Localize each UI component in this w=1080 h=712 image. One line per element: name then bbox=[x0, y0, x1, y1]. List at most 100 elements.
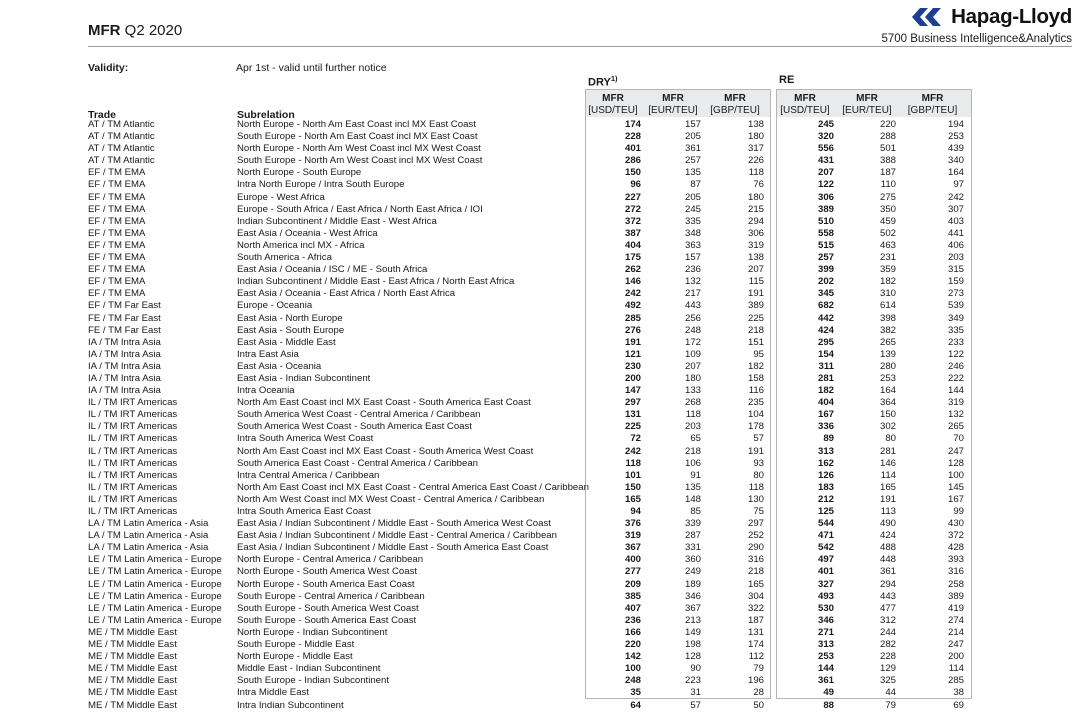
cell-re-usd: 497 bbox=[817, 554, 834, 566]
cell-re-usd: 404 bbox=[817, 397, 834, 409]
cell-dry-eur: 135 bbox=[684, 167, 701, 179]
table-row: ME / TM Middle East Intra Indian Subconti… bbox=[0, 700, 1080, 712]
hapag-lloyd-chevron-icon bbox=[912, 8, 942, 26]
cell-re-gbp: 97 bbox=[953, 179, 964, 191]
group-caption-dry: DRY1) bbox=[588, 74, 618, 89]
cell-re-usd: 431 bbox=[817, 155, 834, 167]
cell-re-gbp: 273 bbox=[947, 288, 964, 300]
cell-subrelation: South Europe - North Am East Coast incl … bbox=[237, 131, 478, 143]
table-row: ME / TM Middle East North Europe - Indian… bbox=[0, 627, 1080, 639]
rate-table-body: AT / TM Atlantic North Europe - North Am … bbox=[0, 119, 1080, 712]
cell-re-gbp: 203 bbox=[947, 252, 964, 264]
table-row: ME / TM Middle East Intra Middle East 35 31… bbox=[0, 687, 1080, 699]
cell-dry-gbp: 138 bbox=[747, 252, 764, 264]
table-row: IL / TM IRT Americas North Am East Coast … bbox=[0, 446, 1080, 458]
cell-re-eur: 502 bbox=[879, 227, 896, 239]
cell-re-eur: 294 bbox=[879, 578, 896, 590]
cell-dry-gbp: 112 bbox=[748, 651, 764, 663]
cell-re-gbp: 70 bbox=[953, 433, 964, 445]
cell-dry-eur: 339 bbox=[684, 518, 701, 530]
cell-re-eur: 477 bbox=[879, 602, 896, 614]
cell-dry-usd: 236 bbox=[624, 614, 641, 626]
cell-dry-usd: 175 bbox=[624, 252, 641, 264]
cell-trade: LE / TM Latin America - Europe bbox=[88, 602, 222, 614]
cell-dry-usd: 372 bbox=[624, 215, 641, 227]
table-row: EF / TM EMA East Asia / Oceania / ISC / M… bbox=[0, 264, 1080, 276]
cell-re-eur: 228 bbox=[879, 651, 896, 663]
cell-re-gbp: 258 bbox=[947, 578, 964, 590]
table-row: IL / TM IRT Americas South America East C… bbox=[0, 458, 1080, 470]
cell-re-eur: 182 bbox=[879, 276, 896, 288]
group-caption-dry-footnote: 1) bbox=[610, 74, 618, 83]
cell-re-usd: 253 bbox=[817, 651, 834, 663]
column-header-re-usd: MFR [USD/TEU] bbox=[776, 93, 834, 117]
cell-dry-eur: 287 bbox=[684, 530, 701, 542]
cell-re-usd: 510 bbox=[817, 215, 834, 227]
cell-dry-gbp: 180 bbox=[747, 191, 764, 203]
cell-dry-gbp: 118 bbox=[748, 481, 764, 493]
cell-re-usd: 336 bbox=[817, 421, 834, 433]
cell-re-gbp: 122 bbox=[947, 348, 964, 360]
cell-dry-eur: 363 bbox=[684, 239, 701, 251]
cell-re-usd: 442 bbox=[817, 312, 834, 324]
cell-subrelation: Intra South America East Coast bbox=[237, 506, 371, 517]
column-header-dry-usd: MFR [USD/TEU] bbox=[585, 93, 641, 117]
cell-dry-usd: 150 bbox=[624, 481, 641, 493]
validity-value: Apr 1st - valid until further notice bbox=[236, 62, 387, 74]
table-row: AT / TM Atlantic North Europe - North Am … bbox=[0, 119, 1080, 131]
cell-re-eur: 191 bbox=[879, 493, 896, 505]
cell-dry-eur: 106 bbox=[684, 457, 701, 469]
cell-re-eur: 398 bbox=[879, 312, 896, 324]
cell-dry-eur: 236 bbox=[684, 264, 701, 276]
cell-trade: ME / TM Middle East bbox=[88, 663, 177, 675]
cell-subrelation: South Europe - Indian Subcontinent bbox=[237, 675, 390, 687]
cell-dry-gbp: 294 bbox=[747, 215, 764, 227]
cell-re-eur: 501 bbox=[879, 143, 896, 155]
cell-re-eur: 281 bbox=[879, 445, 896, 457]
cell-trade: AT / TM Atlantic bbox=[88, 119, 155, 130]
cell-dry-usd: 165 bbox=[624, 493, 641, 505]
cell-dry-gbp: 131 bbox=[747, 626, 764, 638]
cell-dry-usd: 166 bbox=[624, 626, 641, 638]
cell-subrelation: South America - Africa bbox=[237, 252, 332, 264]
cell-re-usd: 49 bbox=[823, 687, 834, 699]
cell-dry-eur: 361 bbox=[684, 143, 701, 155]
table-row: LE / TM Latin America - Europe North Euro… bbox=[0, 566, 1080, 578]
cell-dry-gbp: 104 bbox=[747, 409, 764, 421]
cell-dry-gbp: 218 bbox=[747, 566, 764, 578]
re-gbp-line1: MFR bbox=[921, 93, 944, 104]
table-row: IA / TM Intra Asia Intra East Asia 121 109 9… bbox=[0, 349, 1080, 361]
cell-re-usd: 202 bbox=[817, 276, 834, 288]
page-title-strong: MFR bbox=[88, 22, 121, 39]
cell-dry-eur: 213 bbox=[684, 614, 701, 626]
cell-re-eur: 614 bbox=[879, 300, 896, 312]
cell-re-usd: 346 bbox=[817, 614, 834, 626]
cell-re-eur: 424 bbox=[879, 530, 896, 542]
cell-dry-eur: 31 bbox=[690, 687, 701, 699]
table-row: LE / TM Latin America - Europe South Euro… bbox=[0, 615, 1080, 627]
cell-re-usd: 88 bbox=[823, 699, 834, 711]
table-row: EF / TM EMA East Asia / Oceania - East Af… bbox=[0, 288, 1080, 300]
brand-name: Hapag-Lloyd bbox=[951, 5, 1072, 28]
cell-subrelation: North Europe - South America East Coast bbox=[237, 578, 415, 590]
cell-re-eur: 164 bbox=[879, 385, 896, 397]
cell-re-eur: 463 bbox=[879, 239, 896, 251]
table-row: LA / TM Latin America - Asia East Asia / … bbox=[0, 530, 1080, 542]
cell-re-gbp: 69 bbox=[953, 699, 964, 711]
cell-re-usd: 493 bbox=[817, 590, 834, 602]
table-row: EF / TM EMA Indian Subcontinent / Middle … bbox=[0, 276, 1080, 288]
cell-dry-eur: 268 bbox=[684, 397, 701, 409]
cell-dry-eur: 65 bbox=[690, 433, 701, 445]
cell-dry-gbp: 75 bbox=[753, 506, 764, 517]
cell-trade: FE / TM Far East bbox=[88, 324, 161, 336]
cell-dry-gbp: 50 bbox=[753, 699, 764, 711]
cell-dry-usd: 191 bbox=[624, 336, 641, 348]
cell-re-gbp: 349 bbox=[947, 312, 964, 324]
cell-re-usd: 320 bbox=[817, 131, 834, 143]
cell-re-usd: 207 bbox=[817, 167, 834, 179]
table-row: IA / TM Intra Asia East Asia - Indian Sub… bbox=[0, 373, 1080, 385]
table-row: ME / TM Middle East Middle East - Indian … bbox=[0, 663, 1080, 675]
cell-re-usd: 544 bbox=[817, 518, 834, 530]
cell-dry-usd: 142 bbox=[624, 651, 641, 663]
cell-re-eur: 443 bbox=[879, 590, 896, 602]
